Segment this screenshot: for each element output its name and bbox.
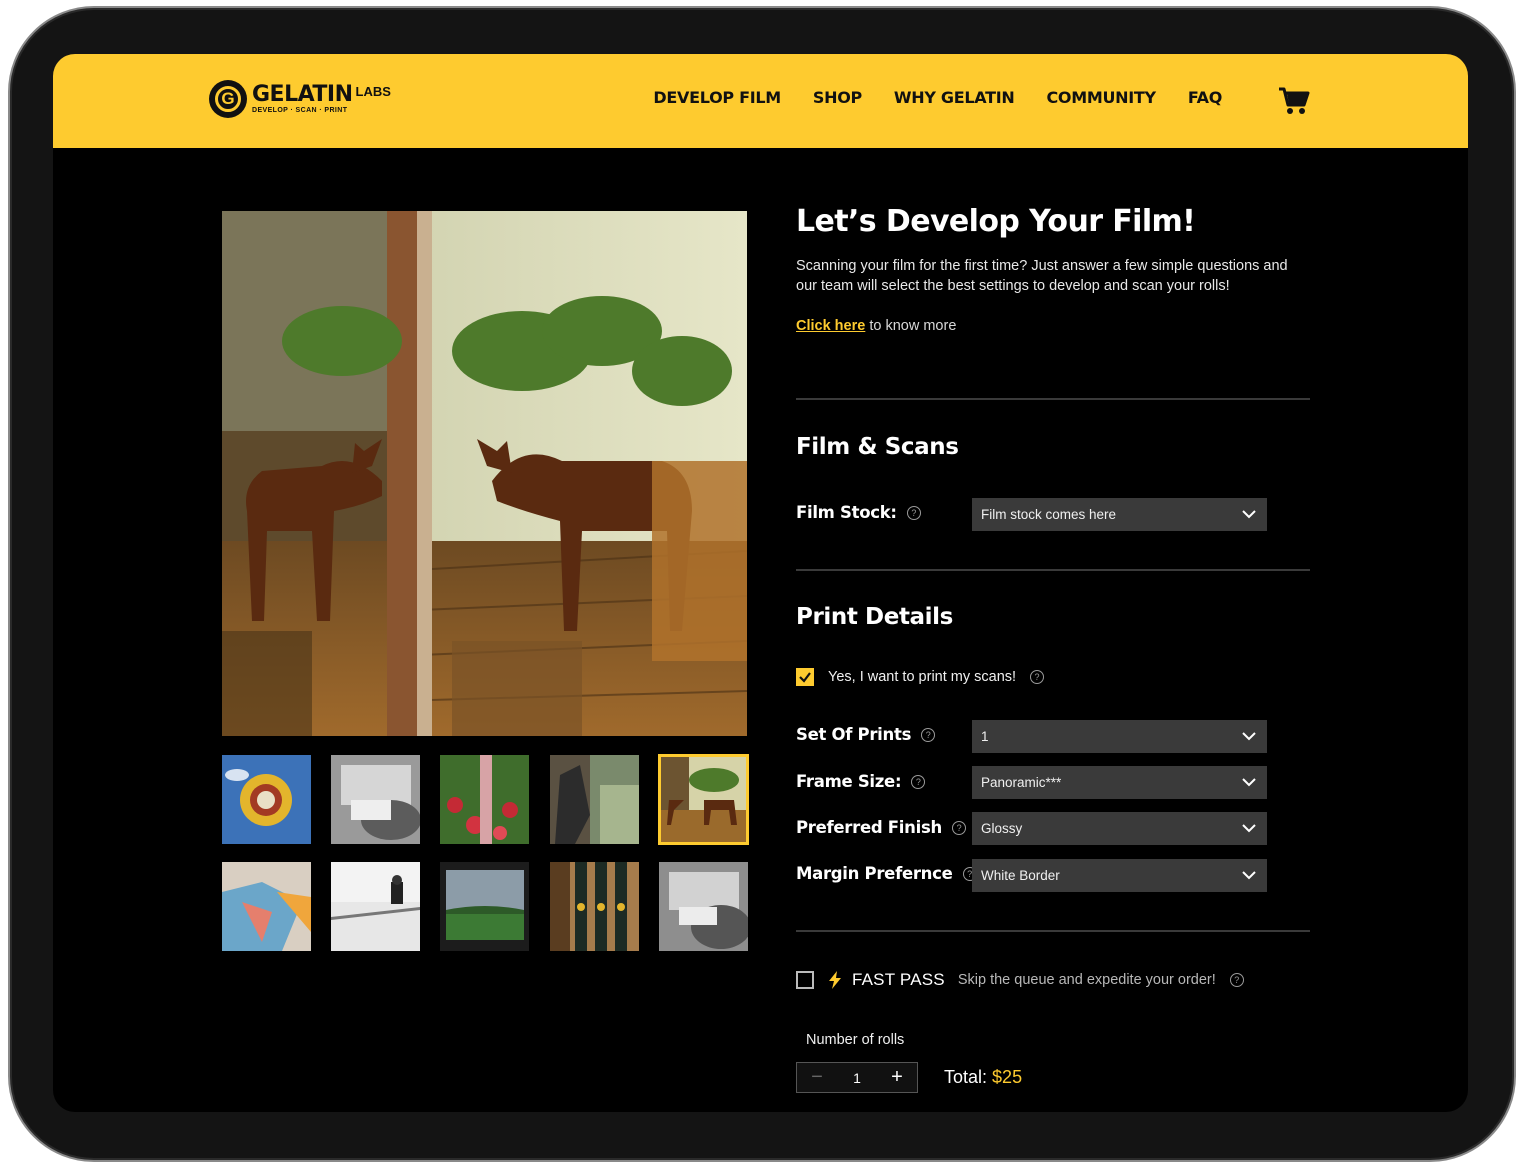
print-scans-row: Yes, I want to print my scans! ? [796,668,1045,686]
help-icon[interactable]: ? [1229,973,1244,987]
fast-pass-checkbox[interactable] [796,971,814,989]
brand-name: GELATIN [252,82,353,107]
film-scans-title: Film & Scans [796,434,959,460]
frame-size-select[interactable]: Panoramic*** [972,766,1267,799]
print-scans-checkbox[interactable] [796,668,814,686]
checkmark-icon [799,672,811,683]
rolls-label: Number of rolls [806,1032,905,1048]
print-scans-label: Yes, I want to print my scans! [828,669,1017,685]
brand-suffix: LABS [355,84,391,99]
margin-preference-label: Margin Prefernce? [796,864,977,883]
thumbnail[interactable] [222,862,311,951]
set-of-prints-label: Set Of Prints? [796,725,936,744]
cart-icon[interactable] [1278,86,1310,116]
thumbnail[interactable] [440,862,529,951]
lightning-icon [829,971,841,989]
screen: GELATINLABS DEVELOP · SCAN · PRINT DEVEL… [53,54,1468,1112]
help-icon[interactable]: ? [911,774,926,789]
brand-tagline: DEVELOP · SCAN · PRINT [252,107,348,114]
fast-pass-row: FAST PASS Skip the queue and expedite yo… [796,970,1244,990]
chevron-down-icon [1242,778,1256,787]
thumbnail[interactable] [550,862,639,951]
total-label: Total: [944,1067,988,1087]
thumbnail[interactable] [659,862,748,951]
chevron-down-icon [1242,732,1256,741]
chevron-down-icon [1242,510,1256,519]
chevron-down-icon [1242,871,1256,880]
divider [796,398,1310,400]
nav-develop-film[interactable]: DEVELOP FILM [653,88,781,107]
nav-links: DEVELOP FILM SHOP WHY GELATIN COMMUNITY … [653,88,1254,107]
chevron-down-icon [1242,824,1256,833]
main-product-image [222,211,747,736]
thumbnail[interactable] [331,755,420,844]
set-of-prints-select[interactable]: 1 [972,720,1267,753]
thumbnail[interactable] [331,862,420,951]
help-icon[interactable]: ? [906,505,921,520]
rolls-stepper: − 1 + [796,1062,918,1093]
decrement-button[interactable]: − [797,1066,837,1089]
intro-description: Scanning your film for the first time? J… [796,258,1288,294]
nav-faq[interactable]: FAQ [1188,88,1222,107]
page-title: Let’s Develop Your Film! [796,204,1196,239]
divider [796,569,1310,571]
learn-more: Click here to know more [796,318,956,334]
film-stock-select[interactable]: Film stock comes here [972,498,1267,531]
preferred-finish-label: Preferred Finish? [796,818,966,837]
help-icon[interactable]: ? [921,727,936,742]
fast-pass-label: FAST PASS [852,970,945,989]
margin-preference-select[interactable]: White Border [972,859,1267,892]
thumbnail[interactable] [222,755,311,844]
logo-mark-icon [209,80,247,118]
divider [796,930,1310,932]
film-stock-label: Film Stock:? [796,503,921,522]
nav-why-gelatin[interactable]: WHY GELATIN [894,88,1015,107]
frame-size-label: Frame Size:? [796,772,926,791]
nav-shop[interactable]: SHOP [813,88,862,107]
total-amount: $25 [992,1067,1023,1087]
thumbnail[interactable] [440,755,529,844]
order-total: Total: $25 [944,1067,1022,1088]
increment-button[interactable]: + [877,1066,917,1089]
thumbnail-selected[interactable] [658,754,749,845]
fast-pass-description: Skip the queue and expedite your order! [957,972,1216,988]
brand-logo[interactable]: GELATINLABS DEVELOP · SCAN · PRINT [209,80,391,118]
nav-community[interactable]: COMMUNITY [1046,88,1156,107]
rolls-value[interactable]: 1 [837,1070,877,1086]
thumbnail[interactable] [550,755,639,844]
click-here-link[interactable]: Click here [796,318,865,334]
help-icon[interactable]: ? [951,820,966,835]
print-details-title: Print Details [796,604,953,630]
preferred-finish-select[interactable]: Glossy [972,812,1267,845]
help-icon[interactable]: ? [1030,670,1045,684]
top-navbar: GELATINLABS DEVELOP · SCAN · PRINT DEVEL… [53,54,1468,148]
learn-more-suffix: to know more [865,318,957,334]
